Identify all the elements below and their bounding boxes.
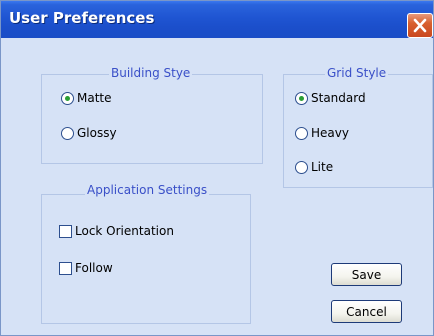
radio-glossy[interactable]: Glossy — [61, 124, 117, 142]
close-icon — [413, 18, 427, 33]
radio-heavy[interactable]: Heavy — [295, 124, 349, 142]
radio-label: Lite — [311, 160, 334, 174]
close-button[interactable] — [407, 13, 433, 38]
radio-button[interactable] — [295, 160, 308, 174]
radio-matte[interactable]: Matte — [61, 89, 112, 107]
checkbox-follow[interactable]: Follow — [59, 259, 113, 277]
checkbox[interactable] — [59, 261, 72, 275]
checkbox-lock-orientation[interactable]: Lock Orientation — [59, 222, 174, 240]
window-title: User Preferences — [9, 9, 155, 27]
radio-label: Matte — [77, 91, 112, 105]
radio-standard[interactable]: Standard — [295, 89, 366, 107]
radio-label: Glossy — [77, 126, 117, 140]
radio-button[interactable] — [295, 126, 308, 140]
building-style-group — [41, 74, 263, 164]
checkbox[interactable] — [59, 224, 72, 238]
radio-label: Standard — [311, 91, 366, 105]
radio-button[interactable] — [61, 91, 74, 105]
radio-button[interactable] — [295, 91, 308, 105]
checkbox-label: Lock Orientation — [75, 224, 174, 238]
radio-label: Heavy — [311, 126, 349, 140]
cancel-button[interactable]: Cancel — [331, 300, 402, 323]
radio-lite[interactable]: Lite — [295, 158, 333, 176]
building-style-title: Building Stye — [109, 66, 193, 80]
title-bar: User Preferences — [1, 1, 433, 38]
grid-style-title: Grid Style — [325, 66, 389, 80]
radio-button[interactable] — [61, 126, 74, 140]
application-settings-title: Application Settings — [85, 183, 210, 197]
save-button[interactable]: Save — [331, 263, 402, 286]
checkbox-label: Follow — [75, 261, 113, 275]
user-preferences-dialog: User Preferences Building Stye Matte Glo… — [0, 0, 434, 336]
